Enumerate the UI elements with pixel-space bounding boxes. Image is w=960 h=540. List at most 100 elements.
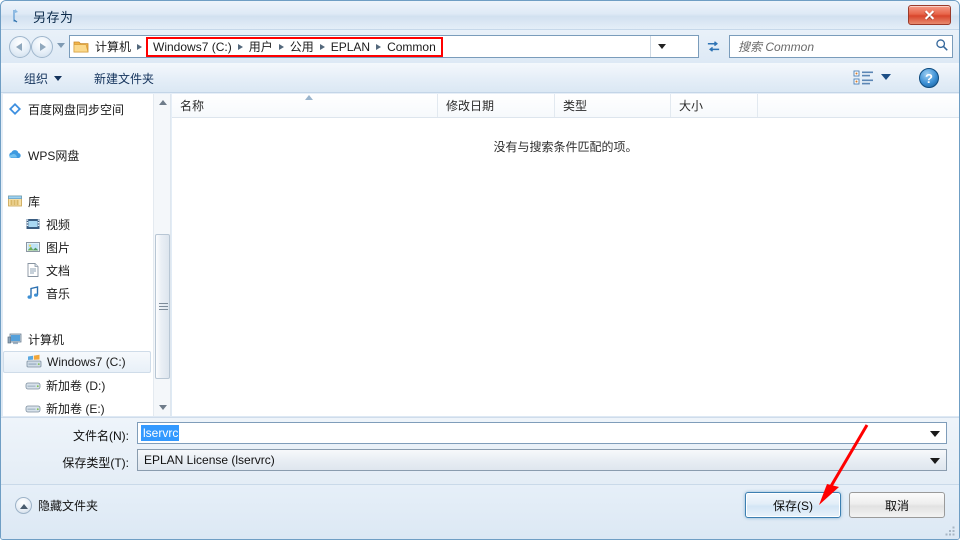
sidebar-item-label: 音乐	[46, 286, 71, 301]
sidebar-item-videos[interactable]: 视频	[3, 213, 151, 235]
column-header-size[interactable]: 大小	[671, 94, 758, 117]
save-type-chevron-down-icon[interactable]	[930, 458, 940, 464]
sort-ascending-icon	[305, 95, 313, 100]
search-placeholder: 搜索 Common	[738, 40, 815, 54]
hide-folders-label: 隐藏文件夹	[38, 499, 99, 513]
refresh-glyph	[707, 41, 719, 52]
search-input[interactable]: 搜索 Common	[729, 35, 953, 58]
hard-drive-icon	[25, 382, 41, 390]
sidebar-item-music[interactable]: 音乐	[3, 282, 151, 304]
computer-icon	[7, 333, 22, 345]
triangle-down	[158, 405, 167, 410]
file-name-label: 文件名(N):	[73, 429, 129, 443]
scroll-down-arrow-icon[interactable]	[154, 399, 170, 416]
cancel-button[interactable]: 取消	[849, 492, 945, 518]
column-header-label: 修改日期	[446, 99, 495, 113]
navigation-pane: 百度网盘同步空间 WPS网盘 库 视频 图片 文档 音乐 计算机 Windows…	[3, 94, 171, 416]
empty-list-message: 没有与搜索条件匹配的项。	[493, 140, 638, 154]
scroll-up-arrow-icon[interactable]	[154, 94, 170, 111]
address-dropdown-chevron-icon[interactable]	[650, 36, 672, 57]
baidu-netdisk-icon	[9, 103, 21, 115]
help-icon[interactable]: ?	[919, 68, 939, 88]
help-glyph: ?	[925, 70, 933, 86]
window-title: 另存为	[33, 10, 74, 25]
chevron-right-icon	[319, 43, 325, 50]
close-icon[interactable]	[908, 5, 951, 25]
forward-arrow-icon	[40, 43, 46, 51]
scrollbar-thumb[interactable]	[155, 234, 170, 379]
breadcrumb-item-windows7-c[interactable]: Windows7 (C:)	[150, 40, 235, 54]
column-header-name[interactable]: 名称	[172, 94, 438, 117]
sidebar-item-label: 百度网盘同步空间	[28, 102, 125, 117]
save-button[interactable]: 保存(S)	[745, 492, 841, 518]
sidebar-item-wps-cloud[interactable]: WPS网盘	[3, 144, 151, 166]
breadcrumb-item-eplan[interactable]: EPLAN	[328, 40, 373, 54]
column-header-label: 名称	[180, 99, 205, 113]
wps-cloud-icon	[9, 150, 21, 158]
sidebar-item-pictures[interactable]: 图片	[3, 236, 151, 258]
view-mode-icon[interactable]	[853, 69, 875, 87]
navigation-bar: 计算机 Windows7 (C:) 用户 公用 EPLAN Common 搜索 …	[1, 30, 959, 63]
breadcrumb-item-computer[interactable]: 计算机	[92, 38, 134, 55]
sidebar-scrollbar[interactable]	[153, 94, 170, 416]
new-folder-button[interactable]: 新建文件夹	[89, 69, 159, 88]
triangle-up	[158, 100, 167, 105]
sidebar-item-windows7-c[interactable]: Windows7 (C:)	[3, 351, 151, 373]
music-icon	[27, 286, 39, 299]
folder-icon	[73, 41, 89, 53]
video-icon	[26, 219, 40, 229]
sidebar-item-libraries[interactable]: 库	[3, 190, 151, 212]
sidebar-item-label: WPS网盘	[28, 148, 80, 163]
breadcrumb-highlight-annotation: Windows7 (C:) 用户 公用 EPLAN Common	[146, 36, 443, 57]
column-header-label: 类型	[563, 99, 588, 113]
organize-label: 组织	[24, 72, 49, 86]
sidebar-item-volume-e[interactable]: 新加卷 (E:)	[3, 397, 151, 416]
organize-button[interactable]: 组织	[19, 69, 67, 88]
refresh-icon[interactable]	[701, 35, 725, 58]
sidebar-item-label: 图片	[46, 240, 71, 255]
column-header-spacer[interactable]	[758, 94, 959, 117]
breadcrumb-item-users[interactable]: 用户	[246, 38, 276, 55]
resize-grip-icon[interactable]	[944, 525, 956, 537]
sidebar-item-label: 视频	[46, 217, 71, 232]
column-header-date-modified[interactable]: 修改日期	[438, 94, 555, 117]
file-list-pane: 名称 修改日期 类型 大小 没有与搜索条件匹配的项。	[172, 94, 959, 416]
sidebar-item-label: 新加卷 (E:)	[46, 401, 105, 416]
address-bar[interactable]: 计算机 Windows7 (C:) 用户 公用 EPLAN Common	[69, 35, 699, 58]
library-icon	[8, 195, 22, 207]
file-name-input[interactable]: lservrc	[137, 422, 947, 444]
cancel-button-label: 取消	[884, 498, 909, 513]
breadcrumb-item-public[interactable]: 公用	[287, 38, 317, 55]
sidebar-item-baidu-netdisk[interactable]: 百度网盘同步空间	[3, 98, 151, 120]
file-name-value: lservrc	[141, 425, 180, 441]
breadcrumb-item-common[interactable]: Common	[384, 40, 439, 54]
back-button[interactable]	[9, 36, 31, 58]
file-form-area: 文件名(N): lservrc 保存类型(T): EPLAN License (…	[1, 417, 959, 484]
search-icon	[932, 38, 952, 55]
hide-folders-button[interactable]: 隐藏文件夹	[15, 497, 98, 514]
toolbar: 组织 新建文件夹 ?	[1, 63, 959, 93]
sidebar-item-label: 文档	[46, 263, 71, 278]
column-header-type[interactable]: 类型	[555, 94, 671, 117]
sidebar-item-computer[interactable]: 计算机	[3, 328, 151, 350]
save-as-dialog: 另存为 计算机 Windows7 (C:) 用户 公用 EPLAN Common…	[0, 0, 960, 540]
sidebar-item-volume-d[interactable]: 新加卷 (D:)	[3, 374, 151, 396]
save-as-icon	[13, 9, 18, 23]
title-bar: 另存为	[1, 1, 959, 30]
save-type-select[interactable]: EPLAN License (lservrc)	[137, 449, 947, 471]
save-type-label: 保存类型(T):	[62, 456, 129, 470]
scrollbar-grip-icon	[158, 302, 168, 311]
picture-icon	[26, 242, 40, 252]
new-folder-label: 新建文件夹	[94, 72, 155, 86]
save-type-value: EPLAN License (lservrc)	[144, 453, 275, 467]
view-mode-chevron-down-icon[interactable]	[881, 74, 891, 80]
hard-drive-icon	[25, 405, 41, 413]
forward-button[interactable]	[31, 36, 53, 58]
back-arrow-icon	[16, 43, 22, 51]
recent-pages-chevron-icon[interactable]	[57, 43, 65, 48]
chevron-right-icon	[376, 43, 382, 50]
document-icon	[27, 263, 39, 277]
column-header-row: 名称 修改日期 类型 大小	[172, 94, 959, 118]
sidebar-item-documents[interactable]: 文档	[3, 259, 151, 281]
file-name-chevron-down-icon[interactable]	[930, 431, 940, 437]
